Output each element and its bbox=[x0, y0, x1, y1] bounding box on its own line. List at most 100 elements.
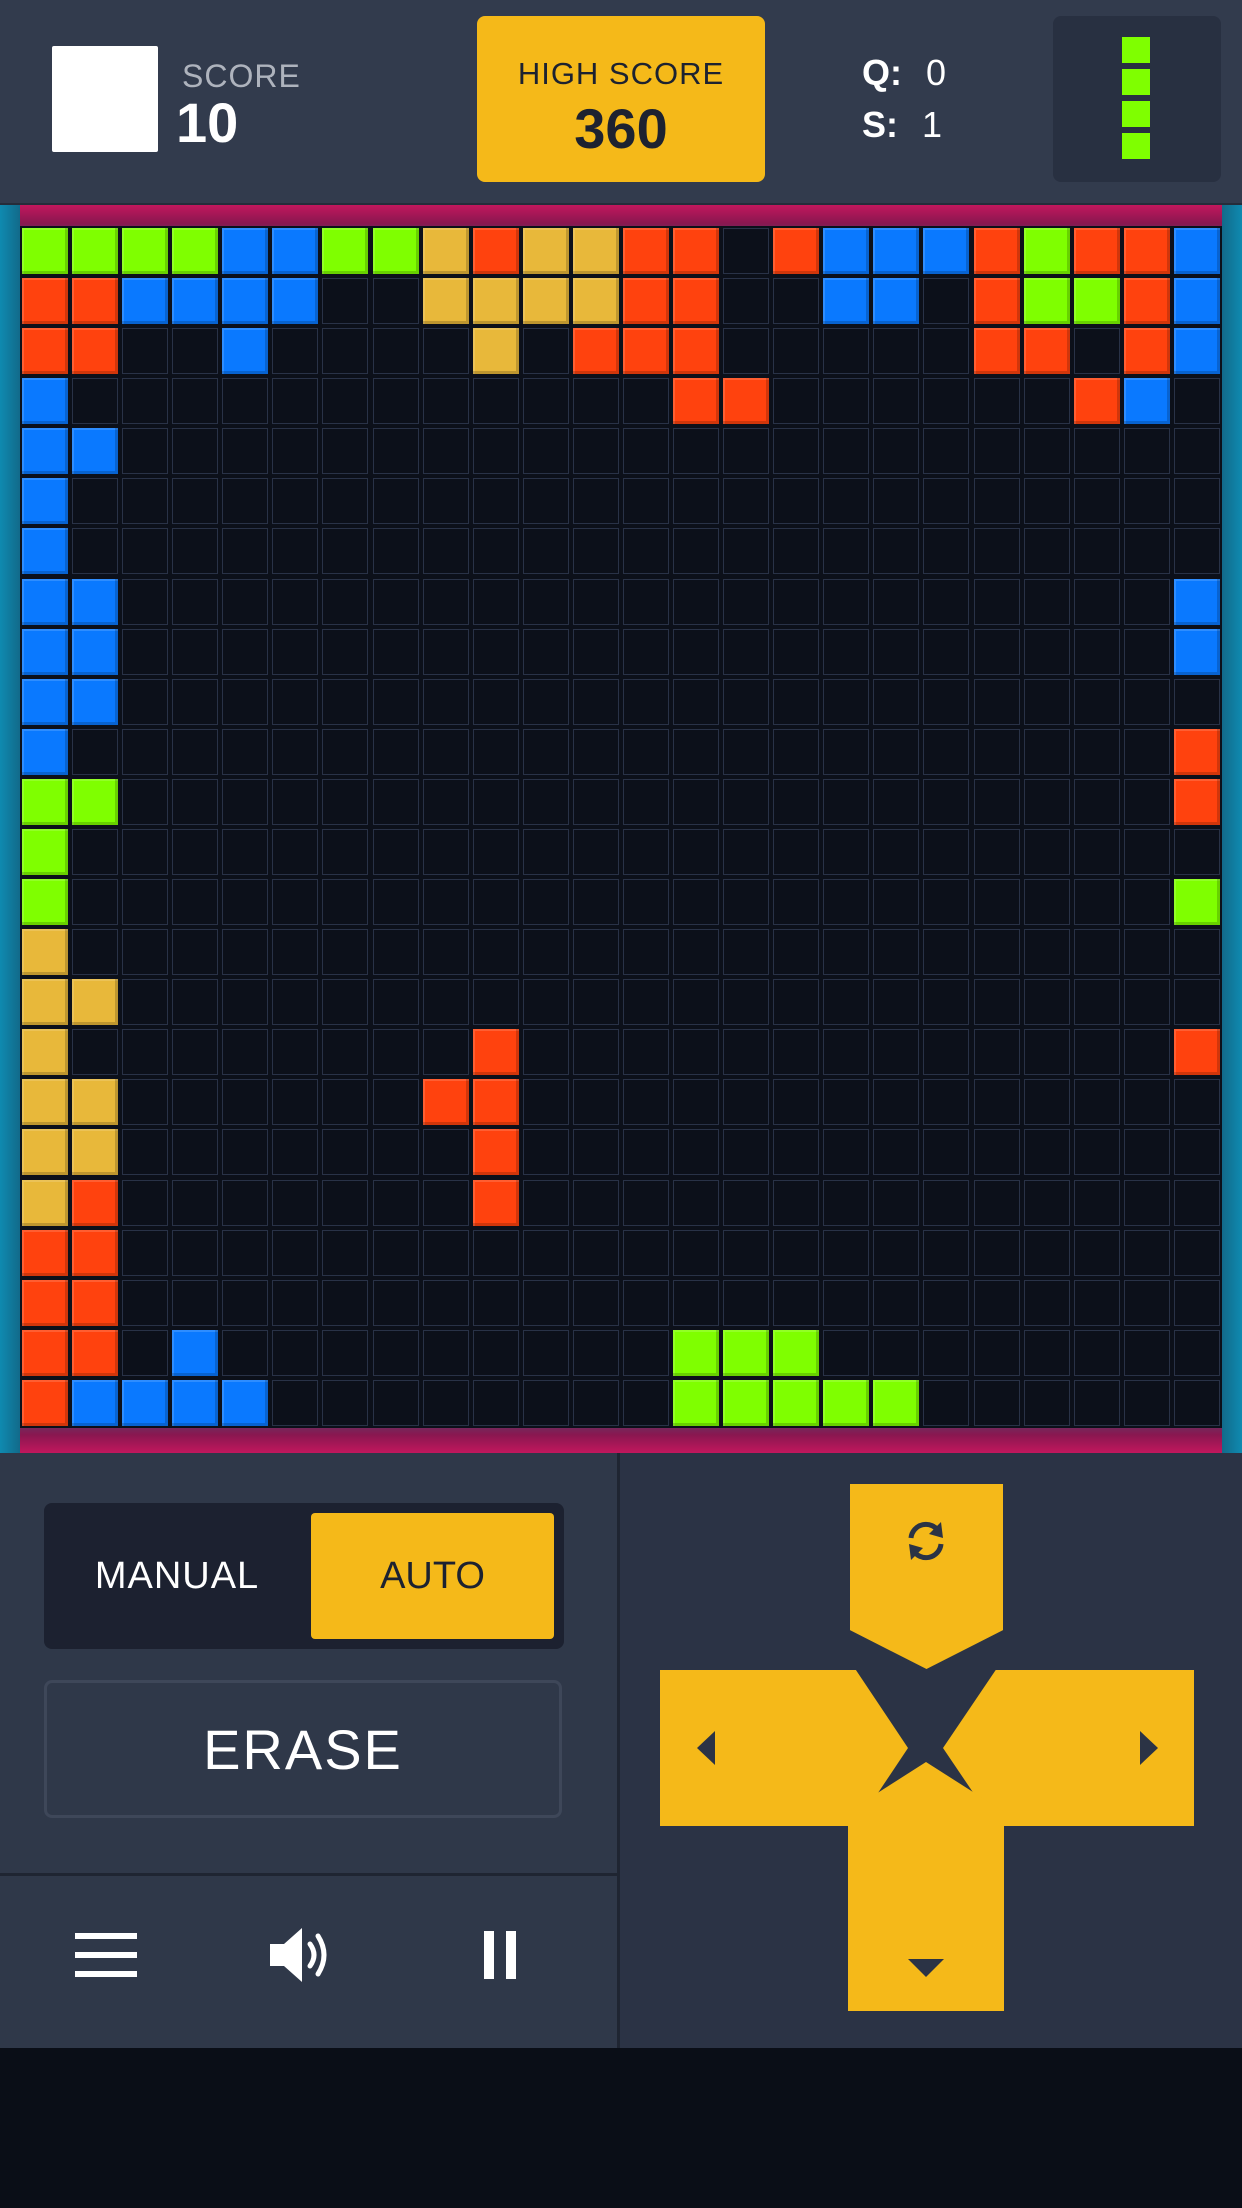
empty-cell bbox=[1174, 478, 1220, 524]
empty-cell bbox=[923, 879, 969, 925]
empty-cell bbox=[373, 829, 419, 875]
empty-cell bbox=[72, 879, 118, 925]
empty-cell bbox=[773, 528, 819, 574]
empty-cell bbox=[322, 1230, 368, 1276]
empty-cell bbox=[974, 1330, 1020, 1376]
empty-cell bbox=[723, 1230, 769, 1276]
header-bar: SCORE 10 HIGH SCORE 360 Q: 0 S: 1 bbox=[0, 0, 1242, 205]
empty-cell bbox=[873, 1230, 919, 1276]
empty-cell bbox=[773, 829, 819, 875]
empty-cell bbox=[923, 1079, 969, 1125]
empty-cell bbox=[773, 579, 819, 625]
s-label: S: bbox=[862, 104, 898, 145]
empty-cell bbox=[122, 1230, 168, 1276]
auto-mode-button[interactable]: AUTO bbox=[311, 1513, 554, 1639]
empty-cell bbox=[122, 378, 168, 424]
empty-cell bbox=[773, 1280, 819, 1326]
empty-cell bbox=[923, 1029, 969, 1075]
empty-cell bbox=[122, 428, 168, 474]
empty-cell bbox=[623, 1129, 669, 1175]
filled-block bbox=[823, 228, 869, 274]
filled-block bbox=[823, 1380, 869, 1426]
manual-mode-button[interactable]: MANUAL bbox=[44, 1503, 310, 1649]
empty-cell bbox=[573, 378, 619, 424]
filled-block bbox=[72, 979, 118, 1025]
empty-cell bbox=[773, 1129, 819, 1175]
empty-cell bbox=[974, 1280, 1020, 1326]
pause-button[interactable] bbox=[460, 1920, 540, 1990]
filled-block bbox=[222, 228, 268, 274]
empty-cell bbox=[1124, 1180, 1170, 1226]
empty-cell bbox=[923, 1230, 969, 1276]
empty-cell bbox=[974, 979, 1020, 1025]
filled-block bbox=[1174, 879, 1220, 925]
empty-cell bbox=[673, 879, 719, 925]
empty-cell bbox=[1124, 729, 1170, 775]
empty-cell bbox=[1124, 1079, 1170, 1125]
empty-cell bbox=[823, 328, 869, 374]
empty-cell bbox=[723, 428, 769, 474]
filled-block bbox=[22, 679, 68, 725]
filled-block bbox=[72, 1079, 118, 1125]
empty-cell bbox=[1074, 1180, 1120, 1226]
filled-block bbox=[72, 679, 118, 725]
empty-cell bbox=[823, 679, 869, 725]
filled-block bbox=[22, 528, 68, 574]
empty-cell bbox=[122, 1330, 168, 1376]
empty-cell bbox=[72, 528, 118, 574]
filled-block bbox=[172, 278, 218, 324]
empty-cell bbox=[423, 1180, 469, 1226]
filled-block bbox=[222, 328, 268, 374]
empty-cell bbox=[623, 428, 669, 474]
empty-cell bbox=[322, 1180, 368, 1226]
empty-cell bbox=[473, 528, 519, 574]
empty-cell bbox=[1074, 829, 1120, 875]
empty-cell bbox=[272, 629, 318, 675]
empty-cell bbox=[423, 679, 469, 725]
empty-cell bbox=[823, 779, 869, 825]
empty-cell bbox=[1024, 1180, 1070, 1226]
empty-cell bbox=[573, 1380, 619, 1426]
empty-cell bbox=[122, 328, 168, 374]
empty-cell bbox=[523, 1330, 569, 1376]
filled-block bbox=[22, 579, 68, 625]
rotate-button[interactable] bbox=[850, 1484, 1003, 1669]
empty-cell bbox=[222, 829, 268, 875]
empty-cell bbox=[1074, 328, 1120, 374]
high-score-label: HIGH SCORE bbox=[517, 56, 725, 91]
menu-button[interactable] bbox=[66, 1920, 146, 1990]
empty-cell bbox=[322, 528, 368, 574]
empty-cell bbox=[723, 829, 769, 875]
empty-cell bbox=[322, 779, 368, 825]
empty-cell bbox=[623, 1330, 669, 1376]
filled-block bbox=[72, 579, 118, 625]
empty-cell bbox=[172, 328, 218, 374]
empty-cell bbox=[823, 729, 869, 775]
empty-cell bbox=[373, 929, 419, 975]
empty-cell bbox=[322, 428, 368, 474]
empty-cell bbox=[573, 1029, 619, 1075]
empty-cell bbox=[523, 1180, 569, 1226]
empty-cell bbox=[573, 929, 619, 975]
empty-cell bbox=[172, 729, 218, 775]
empty-cell bbox=[272, 879, 318, 925]
empty-cell bbox=[1074, 478, 1120, 524]
empty-cell bbox=[923, 929, 969, 975]
empty-cell bbox=[373, 729, 419, 775]
sound-button[interactable] bbox=[262, 1920, 342, 1990]
empty-cell bbox=[523, 328, 569, 374]
empty-cell bbox=[873, 579, 919, 625]
empty-cell bbox=[573, 478, 619, 524]
empty-cell bbox=[172, 1280, 218, 1326]
erase-button[interactable]: ERASE bbox=[44, 1680, 562, 1818]
empty-cell bbox=[773, 328, 819, 374]
empty-cell bbox=[122, 679, 168, 725]
empty-cell bbox=[473, 829, 519, 875]
empty-cell bbox=[423, 979, 469, 1025]
empty-cell bbox=[974, 879, 1020, 925]
empty-cell bbox=[172, 779, 218, 825]
empty-cell bbox=[523, 829, 569, 875]
empty-cell bbox=[923, 579, 969, 625]
empty-cell bbox=[673, 979, 719, 1025]
empty-cell bbox=[122, 829, 168, 875]
